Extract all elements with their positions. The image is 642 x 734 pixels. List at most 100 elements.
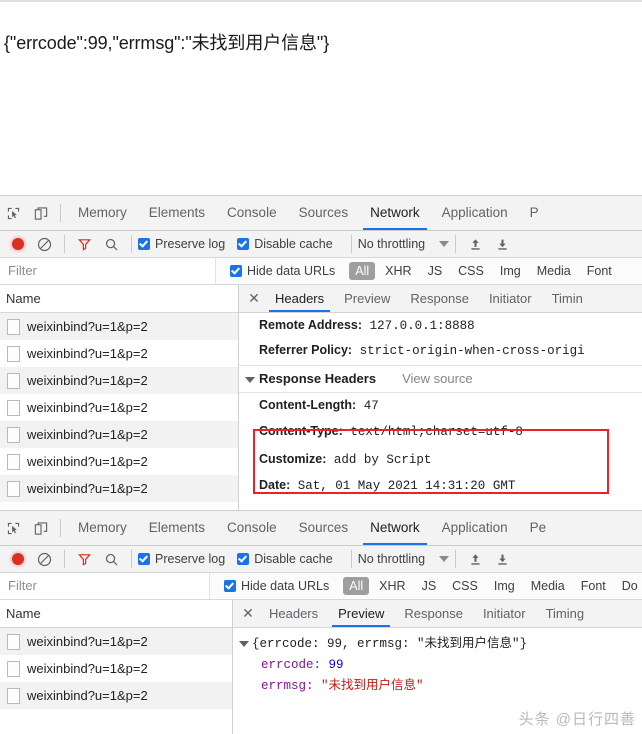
- table-row[interactable]: weixinbind?u=1&p=2: [0, 655, 232, 682]
- table-row[interactable]: weixinbind?u=1&p=2: [0, 367, 238, 394]
- tab-elements[interactable]: Elements: [138, 511, 216, 545]
- table-row[interactable]: weixinbind?u=1&p=2: [0, 313, 238, 340]
- inspect-element-icon[interactable]: [0, 200, 27, 226]
- detail-tab-preview[interactable]: Preview: [334, 285, 400, 312]
- disable-cache-checkbox[interactable]: Disable cache: [237, 552, 333, 566]
- type-filter-doc[interactable]: Do: [616, 577, 642, 595]
- type-filter-all[interactable]: All: [343, 577, 370, 595]
- detail-tab-preview[interactable]: Preview: [328, 600, 394, 627]
- table-row[interactable]: weixinbind?u=1&p=2: [0, 340, 238, 367]
- close-icon[interactable]: ✕: [237, 605, 259, 622]
- type-filter-all[interactable]: All: [349, 262, 376, 280]
- header-remote-address: Remote Address: 127.0.0.1:8888: [239, 313, 642, 338]
- device-toolbar-icon[interactable]: [27, 200, 54, 226]
- device-toolbar-icon[interactable]: [27, 515, 54, 541]
- detail-tab-response[interactable]: Response: [394, 600, 473, 627]
- detail-tab-timing[interactable]: Timin: [542, 285, 593, 312]
- record-button[interactable]: [4, 231, 31, 257]
- close-icon[interactable]: ✕: [243, 290, 265, 307]
- filter-input[interactable]: Filter: [0, 573, 210, 599]
- search-icon[interactable]: [98, 546, 125, 572]
- general-headers-group: Remote Address: 127.0.0.1:8888 Referrer …: [239, 313, 642, 363]
- tab-console[interactable]: Console: [216, 511, 288, 545]
- tab-network[interactable]: Network: [359, 511, 431, 545]
- throttling-select[interactable]: No throttling: [357, 552, 450, 566]
- type-filter-img[interactable]: Img: [488, 577, 521, 595]
- table-row[interactable]: weixinbind?u=1&p=2: [0, 394, 238, 421]
- tab-sources[interactable]: Sources: [288, 511, 360, 545]
- triangle-down-icon[interactable]: [239, 640, 249, 647]
- tab-memory[interactable]: Memory: [67, 511, 138, 545]
- json-child-errcode: errcode: 99: [239, 655, 642, 676]
- view-source-link[interactable]: View source: [402, 366, 473, 392]
- type-filter-xhr[interactable]: XHR: [373, 577, 411, 595]
- type-filter-js[interactable]: JS: [422, 262, 449, 280]
- throttling-value: No throttling: [357, 552, 426, 566]
- detail-tab-response[interactable]: Response: [400, 285, 479, 312]
- tab-elements[interactable]: Elements: [138, 196, 216, 230]
- filter-icon[interactable]: [71, 546, 98, 572]
- table-row[interactable]: weixinbind?u=1&p=2: [0, 448, 238, 475]
- type-filter-media[interactable]: Media: [531, 262, 577, 280]
- document-icon: [7, 453, 20, 470]
- header-key: Referrer Policy:: [259, 343, 353, 357]
- hide-data-urls-checkbox[interactable]: Hide data URLs: [224, 579, 329, 593]
- tab-application[interactable]: Application: [431, 196, 519, 230]
- table-row[interactable]: weixinbind?u=1&p=2: [0, 682, 232, 709]
- disable-cache-checkbox[interactable]: Disable cache: [237, 237, 333, 251]
- chevron-down-icon: [439, 556, 450, 562]
- type-filter-js[interactable]: JS: [416, 577, 443, 595]
- type-filter-media[interactable]: Media: [525, 577, 571, 595]
- filter-icon[interactable]: [71, 231, 98, 257]
- type-filter-css[interactable]: CSS: [446, 577, 484, 595]
- detail-tab-timing[interactable]: Timing: [536, 600, 595, 627]
- tab-performance[interactable]: P: [519, 196, 550, 230]
- document-icon: [7, 372, 20, 389]
- hide-data-urls-checkbox[interactable]: Hide data URLs: [230, 264, 335, 278]
- header-value: 47: [363, 399, 379, 413]
- clear-button[interactable]: [31, 546, 58, 572]
- inspect-element-icon[interactable]: [0, 515, 27, 541]
- document-icon: [7, 318, 20, 335]
- detail-tab-initiator[interactable]: Initiator: [479, 285, 542, 312]
- import-har-icon[interactable]: [462, 546, 489, 572]
- export-har-icon[interactable]: [489, 231, 516, 257]
- detail-tab-headers[interactable]: Headers: [259, 600, 328, 627]
- detail-tab-initiator[interactable]: Initiator: [473, 600, 536, 627]
- tab-sources[interactable]: Sources: [288, 196, 360, 230]
- json-root-row[interactable]: {errcode: 99, errmsg: "未找到用户信息"}: [239, 634, 642, 655]
- request-name: weixinbind?u=1&p=2: [27, 400, 148, 415]
- document-icon: [7, 660, 20, 677]
- json-value: 99: [328, 658, 344, 672]
- filter-input[interactable]: Filter: [0, 258, 216, 284]
- tab-memory[interactable]: Memory: [67, 196, 138, 230]
- export-har-icon[interactable]: [489, 546, 516, 572]
- tab-performance[interactable]: Pe: [519, 511, 558, 545]
- document-icon: [7, 480, 20, 497]
- table-row[interactable]: weixinbind?u=1&p=2: [0, 628, 232, 655]
- tab-network[interactable]: Network: [359, 196, 431, 230]
- header-content-length: Content-Length: 47: [239, 393, 642, 418]
- detail-tab-headers[interactable]: Headers: [265, 285, 334, 312]
- type-filter-css[interactable]: CSS: [452, 262, 490, 280]
- type-filter-font[interactable]: Font: [581, 262, 618, 280]
- table-row[interactable]: weixinbind?u=1&p=2: [0, 475, 238, 502]
- preserve-log-checkbox[interactable]: Preserve log: [138, 552, 225, 566]
- preserve-log-checkbox[interactable]: Preserve log: [138, 237, 225, 251]
- triangle-down-icon: [245, 377, 255, 383]
- import-har-icon[interactable]: [462, 231, 489, 257]
- tab-console[interactable]: Console: [216, 196, 288, 230]
- tab-application[interactable]: Application: [431, 511, 519, 545]
- request-detail-bottom: ✕ Headers Preview Response Initiator Tim…: [233, 600, 642, 734]
- type-filter-font[interactable]: Font: [575, 577, 612, 595]
- record-button[interactable]: [4, 546, 31, 572]
- clear-button[interactable]: [31, 231, 58, 257]
- search-icon[interactable]: [98, 231, 125, 257]
- request-name: weixinbind?u=1&p=2: [27, 661, 148, 676]
- table-row[interactable]: weixinbind?u=1&p=2: [0, 421, 238, 448]
- response-headers-section[interactable]: Response Headers View source: [239, 365, 642, 393]
- type-filter-img[interactable]: Img: [494, 262, 527, 280]
- throttling-select[interactable]: No throttling: [358, 237, 450, 251]
- request-name: weixinbind?u=1&p=2: [27, 319, 148, 334]
- type-filter-xhr[interactable]: XHR: [379, 262, 417, 280]
